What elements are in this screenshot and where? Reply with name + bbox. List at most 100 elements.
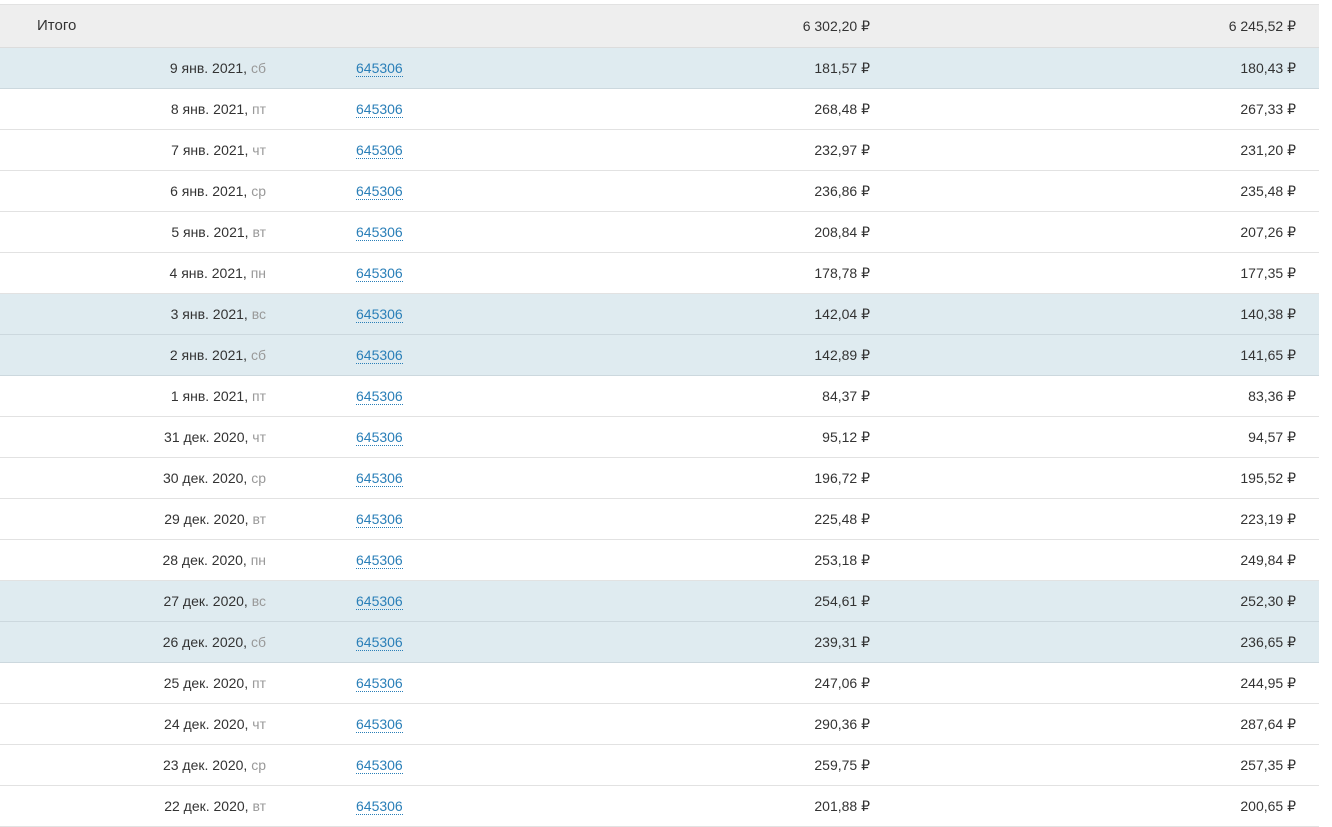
amount-1-cell: 259,75 ₽ xyxy=(814,757,870,773)
campaign-id-link[interactable]: 645306 xyxy=(356,143,403,159)
total-label: Итого xyxy=(37,17,77,34)
id-cell: 645306 xyxy=(356,786,403,826)
id-cell: 645306 xyxy=(356,48,403,88)
date-cell: 31 дек. 2020, чт xyxy=(164,417,266,457)
date-text: 26 дек. 2020, xyxy=(162,634,248,650)
amount-1-cell: 239,31 ₽ xyxy=(814,634,870,650)
campaign-id-link[interactable]: 645306 xyxy=(356,430,403,446)
date-cell: 26 дек. 2020, сб xyxy=(163,622,266,662)
campaign-id-link[interactable]: 645306 xyxy=(356,266,403,282)
date-cell: 7 янв. 2021, чт xyxy=(171,130,266,170)
date-text: 31 дек. 2020, xyxy=(164,429,249,445)
weekday-text: ср xyxy=(251,757,266,773)
id-cell: 645306 xyxy=(356,89,403,129)
amount-2-cell: 249,84 ₽ xyxy=(1240,552,1296,568)
weekday-text: ср xyxy=(251,183,266,199)
total-row: Итого 6 302,20 ₽ 6 245,52 ₽ xyxy=(0,5,1319,48)
table-row: 25 дек. 2020, пт 645306 247,06 ₽ 244,95 … xyxy=(0,663,1319,704)
date-text: 29 дек. 2020, xyxy=(164,511,249,527)
date-cell: 28 дек. 2020, пн xyxy=(162,540,266,580)
date-text: 1 янв. 2021, xyxy=(170,388,249,404)
table-row: 30 дек. 2020, ср 645306 196,72 ₽ 195,52 … xyxy=(0,458,1319,499)
id-cell: 645306 xyxy=(356,581,403,621)
amount-2-cell: 231,20 ₽ xyxy=(1240,142,1296,158)
weekday-text: пт xyxy=(252,675,266,691)
date-cell: 4 янв. 2021, пн xyxy=(170,253,266,293)
id-cell: 645306 xyxy=(356,663,403,703)
id-cell: 645306 xyxy=(356,417,403,457)
id-cell: 645306 xyxy=(356,212,403,252)
date-text: 23 дек. 2020, xyxy=(162,757,248,773)
campaign-id-link[interactable]: 645306 xyxy=(356,799,403,815)
campaign-id-link[interactable]: 645306 xyxy=(356,348,403,364)
amount-2-cell: 236,65 ₽ xyxy=(1240,634,1296,650)
id-cell: 645306 xyxy=(356,704,403,744)
campaign-id-link[interactable]: 645306 xyxy=(356,102,403,118)
amount-1-cell: 84,37 ₽ xyxy=(822,388,870,404)
date-text: 7 янв. 2021, xyxy=(171,142,249,158)
campaign-id-link[interactable]: 645306 xyxy=(356,225,403,241)
amount-2-cell: 207,26 ₽ xyxy=(1240,224,1296,240)
campaign-id-link[interactable]: 645306 xyxy=(356,61,403,77)
date-text: 28 дек. 2020, xyxy=(162,552,247,568)
date-cell: 8 янв. 2021, пт xyxy=(171,89,266,129)
campaign-id-link[interactable]: 645306 xyxy=(356,676,403,692)
table-body: 9 янв. 2021, сб 645306 181,57 ₽ 180,43 ₽… xyxy=(0,48,1319,827)
date-cell: 5 янв. 2021, вт xyxy=(171,212,266,252)
amount-2-cell: 180,43 ₽ xyxy=(1240,60,1296,76)
table-row: 26 дек. 2020, сб 645306 239,31 ₽ 236,65 … xyxy=(0,622,1319,663)
weekday-text: пт xyxy=(252,101,266,117)
date-text: 9 янв. 2021, xyxy=(169,60,248,76)
campaign-id-link[interactable]: 645306 xyxy=(356,389,403,405)
amount-2-cell: 267,33 ₽ xyxy=(1240,101,1296,117)
date-text: 24 дек. 2020, xyxy=(164,716,249,732)
amount-1-cell: 181,57 ₽ xyxy=(814,60,870,76)
campaign-id-link[interactable]: 645306 xyxy=(356,594,403,610)
amount-1-cell: 208,84 ₽ xyxy=(814,224,870,240)
id-cell: 645306 xyxy=(356,622,403,662)
weekday-text: сб xyxy=(250,60,266,76)
weekday-text: вс xyxy=(251,593,266,609)
amount-1-cell: 232,97 ₽ xyxy=(814,142,870,158)
date-cell: 2 янв. 2021, сб xyxy=(170,335,266,375)
table-row: 1 янв. 2021, пт 645306 84,37 ₽ 83,36 ₽ xyxy=(0,376,1319,417)
campaign-id-link[interactable]: 645306 xyxy=(356,512,403,528)
date-text: 22 дек. 2020, xyxy=(164,798,249,814)
amount-2-cell: 244,95 ₽ xyxy=(1240,675,1296,691)
amount-2-cell: 94,57 ₽ xyxy=(1248,429,1296,445)
weekday-text: ср xyxy=(251,470,266,486)
amount-1-cell: 178,78 ₽ xyxy=(814,265,870,281)
campaign-id-link[interactable]: 645306 xyxy=(356,471,403,487)
weekday-text: вт xyxy=(252,798,266,814)
table-row: 24 дек. 2020, чт 645306 290,36 ₽ 287,64 … xyxy=(0,704,1319,745)
amount-2-cell: 141,65 ₽ xyxy=(1240,347,1296,363)
id-cell: 645306 xyxy=(356,376,403,416)
id-cell: 645306 xyxy=(356,253,403,293)
amount-1-cell: 268,48 ₽ xyxy=(814,101,870,117)
campaign-id-link[interactable]: 645306 xyxy=(356,553,403,569)
id-cell: 645306 xyxy=(356,335,403,375)
table-row: 31 дек. 2020, чт 645306 95,12 ₽ 94,57 ₽ xyxy=(0,417,1319,458)
date-text: 3 янв. 2021, xyxy=(170,306,248,322)
date-cell: 25 дек. 2020, пт xyxy=(164,663,266,703)
date-cell: 9 янв. 2021, сб xyxy=(170,48,266,88)
table-row: 8 янв. 2021, пт 645306 268,48 ₽ 267,33 ₽ xyxy=(0,89,1319,130)
table-row: 5 янв. 2021, вт 645306 208,84 ₽ 207,26 ₽ xyxy=(0,212,1319,253)
id-cell: 645306 xyxy=(356,540,403,580)
table-row: 3 янв. 2021, вс 645306 142,04 ₽ 140,38 ₽ xyxy=(0,294,1319,335)
amount-2-cell: 223,19 ₽ xyxy=(1240,511,1296,527)
amount-2-cell: 177,35 ₽ xyxy=(1240,265,1296,281)
campaign-id-link[interactable]: 645306 xyxy=(356,635,403,651)
table-row: 6 янв. 2021, ср 645306 236,86 ₽ 235,48 ₽ xyxy=(0,171,1319,212)
date-cell: 22 дек. 2020, вт xyxy=(164,786,266,826)
campaign-id-link[interactable]: 645306 xyxy=(356,717,403,733)
total-amount-1: 6 302,20 ₽ xyxy=(802,18,870,34)
campaign-id-link[interactable]: 645306 xyxy=(356,307,403,323)
campaign-id-link[interactable]: 645306 xyxy=(356,184,403,200)
campaign-id-link[interactable]: 645306 xyxy=(356,758,403,774)
table-row: 2 янв. 2021, сб 645306 142,89 ₽ 141,65 ₽ xyxy=(0,335,1319,376)
amount-1-cell: 290,36 ₽ xyxy=(814,716,870,732)
amount-2-cell: 252,30 ₽ xyxy=(1240,593,1296,609)
amount-1-cell: 247,06 ₽ xyxy=(814,675,870,691)
date-text: 4 янв. 2021, xyxy=(169,265,247,281)
